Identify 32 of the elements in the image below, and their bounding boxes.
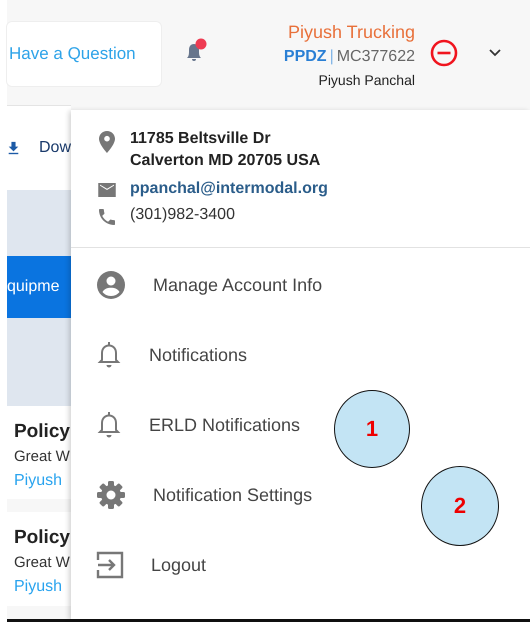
bell-icon (96, 340, 122, 370)
policy-text: Great W (14, 553, 71, 574)
minus-circle-icon[interactable] (429, 38, 459, 68)
menu-item[interactable]: Logout (71, 530, 212, 600)
mc-number: MC377622 (336, 46, 415, 66)
download-link[interactable]: Dow (38, 138, 71, 157)
email-link[interactable]: ppanchal@intermodal.org (130, 180, 328, 198)
policy-text: Great W (14, 446, 71, 467)
account-icon (96, 270, 126, 300)
user-name: Piyush Panchal (318, 70, 415, 90)
menu-item[interactable]: Notifications (71, 320, 254, 390)
policy-card[interactable]: Policy Great W Piyush (7, 406, 71, 500)
menu-item[interactable]: Notification Settings (71, 460, 318, 530)
gear-icon (96, 480, 126, 510)
chevron-down-icon[interactable] (489, 48, 501, 56)
envelope-icon (96, 183, 118, 197)
policy-card[interactable]: Policy Great W Piyush (7, 512, 71, 606)
address-line: 11785 Beltsville Dr (130, 129, 272, 149)
separator: | (330, 46, 334, 66)
logout-icon (96, 551, 124, 579)
bell-icon (96, 410, 122, 440)
company-code: PPDZ (284, 46, 327, 66)
policy-title: Policy (14, 526, 71, 550)
policy-title: Policy (14, 420, 71, 444)
equipment-tab[interactable]: quipme (7, 256, 71, 318)
company-name: Piyush Trucking (288, 20, 415, 44)
location-pin-icon (96, 131, 118, 153)
menu-item[interactable]: Manage Account Info (71, 250, 328, 320)
address-line: Calverton MD 20705 USA (130, 151, 320, 171)
phone-icon (96, 209, 118, 225)
phone-number: (301)982-3400 (130, 206, 235, 224)
menu-item[interactable]: ERLD Notifications (71, 390, 306, 460)
